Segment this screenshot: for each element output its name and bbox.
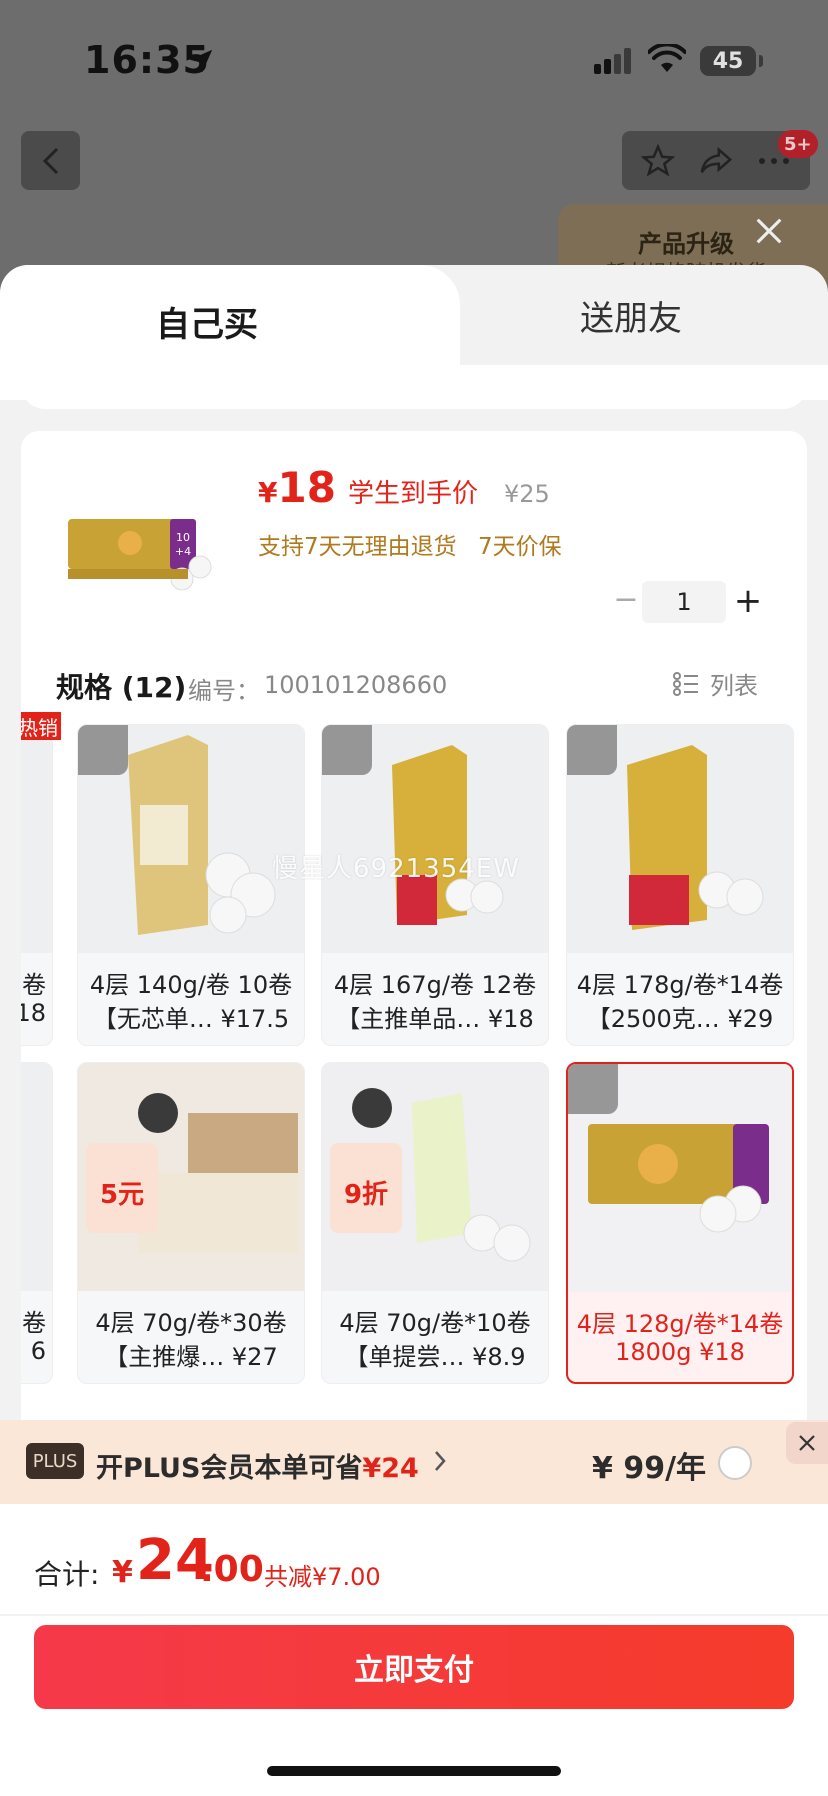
quantity-increase-button[interactable]: +: [730, 581, 766, 621]
spec-option-price: 18: [21, 999, 46, 1027]
spec-option-image: 9折: [322, 1063, 548, 1291]
product-thumbnail: 10 +4: [68, 519, 212, 591]
price-row: ¥ 18 学生到手价 ¥25: [258, 463, 550, 512]
zoom-icon[interactable]: [78, 725, 128, 775]
battery-indicator: 45: [700, 46, 756, 76]
price-currency: ¥: [258, 476, 278, 509]
svg-text:+4: +4: [175, 545, 191, 558]
spec-option-name: 4层 140g/卷 10卷: [89, 971, 293, 999]
spec-option[interactable]: 4层 167g/卷 12卷 【主推单品… ¥18: [321, 724, 549, 1046]
spec-option[interactable]: 4层 140g/卷 10卷 【无芯单… ¥17.5: [77, 724, 305, 1046]
spec-title: 规格 (12): [56, 671, 187, 704]
spec-option-name: 卷: [22, 1309, 46, 1337]
spec-option-name: 4层 178g/卷*14卷: [576, 971, 784, 999]
list-icon: [673, 671, 698, 696]
spec-option-name: 卷: [22, 971, 46, 999]
spec-option-image: [21, 725, 52, 953]
tissue-box-image: 5元: [78, 1063, 304, 1291]
spec-code: 100101208660: [264, 671, 448, 699]
more-icon[interactable]: [757, 156, 791, 166]
spec-option-selected[interactable]: 4层 128g/卷*14卷 1800g ¥18: [566, 1062, 794, 1384]
service-row: 支持7天无理由退货 7天价保: [258, 527, 576, 561]
hot-sale-tag: 热销: [21, 712, 61, 740]
spec-option-name: 4层 128g/卷*14卷: [576, 1310, 784, 1338]
wifi-icon: [648, 44, 686, 72]
spec-option-price: 【主推爆… ¥27: [104, 1343, 278, 1371]
spec-option-name: 4层 167g/卷 12卷: [333, 971, 537, 999]
return-policy: 支持7天无理由退货: [258, 534, 457, 560]
cellular-signal-icon: [594, 48, 631, 74]
list-toggle-label: 列表: [710, 672, 758, 700]
quantity-input[interactable]: 1: [642, 581, 726, 623]
spec-option-price: 6: [30, 1337, 46, 1365]
spec-option-price: 1800g ¥18: [615, 1338, 745, 1366]
back-button[interactable]: [21, 131, 80, 190]
total-amount-decimal: .00: [200, 1549, 264, 1590]
list-view-toggle[interactable]: 列表: [672, 666, 758, 701]
plus-save-amount: ¥24: [362, 1453, 419, 1484]
total-label: 合计:: [34, 1558, 100, 1591]
spec-option-price: 【2500克… ¥29: [586, 1005, 774, 1033]
total-discount: 共减¥7.00: [264, 1563, 381, 1591]
plus-select-radio[interactable]: [718, 1446, 752, 1480]
message-badge: 5+: [778, 130, 818, 158]
chevron-right-icon: [435, 1451, 446, 1471]
close-icon[interactable]: [752, 214, 786, 248]
spec-grid: 卷 18 热销 4层 140g/卷 10卷 【无芯单… ¥17.5 4层 167…: [21, 712, 807, 1392]
share-icon[interactable]: [698, 144, 734, 178]
tissue-pack-image: 9折: [322, 1063, 548, 1291]
spec-option[interactable]: 卷 18: [21, 724, 53, 1046]
battery-tip: [759, 55, 763, 67]
spec-option[interactable]: 4层 178g/卷*14卷 【2500克… ¥29: [566, 724, 794, 1046]
plus-close-button[interactable]: [786, 1422, 828, 1464]
svg-text:10: 10: [176, 531, 190, 544]
spec-code-label: 编号：: [188, 677, 260, 705]
status-bar: 16:35 45: [0, 0, 828, 120]
close-icon: [799, 1435, 815, 1451]
spec-option-price: 【无芯单… ¥17.5: [92, 1005, 290, 1033]
price-protection: 7天价保: [477, 534, 562, 560]
plus-badge: PLUS: [26, 1443, 84, 1479]
tab-gift-friend[interactable]: 送朋友: [414, 265, 828, 365]
star-icon[interactable]: [641, 143, 676, 178]
pay-now-button[interactable]: 立即支付: [34, 1625, 794, 1709]
zoom-icon[interactable]: [567, 725, 617, 775]
price-value: 18: [277, 463, 336, 512]
svg-text:9折: 9折: [344, 1180, 388, 1210]
price-label: 学生到手价: [347, 479, 478, 509]
plus-promo-label: 开PLUS会员本单可省: [96, 1453, 363, 1484]
zoom-icon[interactable]: [322, 725, 372, 775]
upgrade-title: 产品升级: [638, 230, 734, 258]
plus-promo-text: 开PLUS会员本单可省¥24: [96, 1446, 419, 1485]
quantity-decrease-button[interactable]: −: [610, 582, 642, 617]
spec-option-price: 【单提尝… ¥8.9: [344, 1343, 526, 1371]
sheet-header-strip: [21, 365, 807, 409]
tab-buy-for-self[interactable]: 自己买: [0, 265, 414, 377]
spec-option-image: [21, 1063, 52, 1291]
chevron-left-icon: [42, 147, 58, 174]
spec-option[interactable]: 9折 4层 70g/卷*10卷 【单提尝… ¥8.9: [321, 1062, 549, 1384]
plus-price: ¥ 99/年: [592, 1451, 707, 1486]
spec-option-name: 4层 70g/卷*10卷: [339, 1309, 531, 1337]
location-arrow-icon: [189, 49, 213, 73]
original-price: ¥25: [503, 480, 550, 508]
spec-option-name: 4层 70g/卷*30卷: [95, 1309, 287, 1337]
spec-option-price: 【主推单品… ¥18: [336, 1005, 534, 1033]
spec-option[interactable]: 5元 4层 70g/卷*30卷 【主推爆… ¥27: [77, 1062, 305, 1384]
watermark: 慢星人6921354EW: [272, 854, 520, 884]
footer-divider: [0, 1614, 828, 1616]
total-currency: ¥: [112, 1555, 133, 1590]
spec-option-image: 5元: [78, 1063, 304, 1291]
zoom-icon[interactable]: [568, 1064, 618, 1114]
home-indicator: [267, 1766, 561, 1776]
svg-text:5元: 5元: [100, 1180, 144, 1210]
spec-option[interactable]: 卷 6: [21, 1062, 53, 1384]
